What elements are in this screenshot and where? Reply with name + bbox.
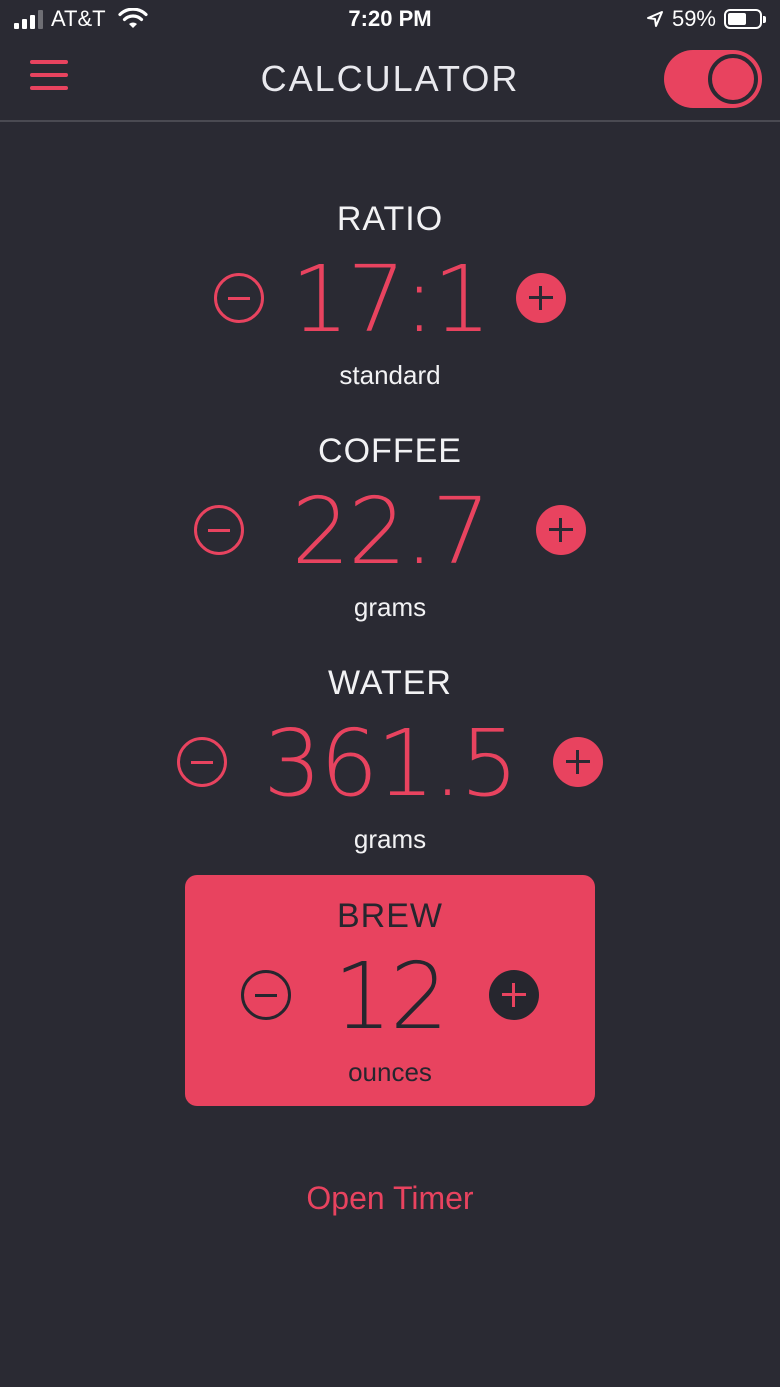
coffee-increment-button[interactable]	[536, 505, 586, 555]
coffee-section: COFFEE	[0, 432, 780, 471]
open-timer-link[interactable]: Open Timer	[0, 1180, 780, 1217]
water-section: WATER	[0, 664, 780, 703]
status-bar: AT&T 7:20 PM 59%	[0, 0, 780, 40]
water-unit-row: grams	[0, 824, 780, 855]
battery-icon	[724, 9, 766, 29]
ratio-unit: standard	[339, 360, 441, 390]
ratio-increment-button[interactable]	[516, 273, 566, 323]
coffee-label: COFFEE	[318, 432, 462, 470]
brew-unit-row: ounces	[185, 1057, 595, 1088]
brew-card: BREW 12 ounces	[185, 875, 595, 1106]
calculator-screen: AT&T 7:20 PM 59% CALCULATOR RATIO 17:1 s…	[0, 0, 780, 1387]
toggle-knob	[708, 54, 758, 104]
page-title: CALCULATOR	[260, 58, 520, 99]
app-header: CALCULATOR	[0, 40, 780, 122]
water-label: WATER	[328, 664, 452, 702]
ratio-section: RATIO	[0, 200, 780, 239]
brew-label-row: BREW	[185, 897, 595, 936]
water-increment-button[interactable]	[553, 737, 603, 787]
ratio-label: RATIO	[336, 200, 444, 238]
coffee-unit-row: grams	[0, 592, 780, 623]
battery-fill	[728, 13, 746, 25]
location-arrow-icon	[646, 11, 663, 27]
ratio-value: 17:1	[290, 246, 492, 353]
brew-label: BREW	[337, 897, 443, 935]
water-unit: grams	[353, 824, 427, 854]
coffee-value: 22.7	[291, 478, 491, 585]
coffee-unit: grams	[353, 592, 427, 622]
theme-toggle[interactable]	[664, 50, 762, 108]
brew-increment-button[interactable]	[489, 970, 539, 1020]
battery-percent: 59%	[671, 6, 716, 31]
brew-unit: ounces	[348, 1057, 432, 1087]
water-value: 361.5	[263, 710, 518, 817]
ratio-unit-row: standard	[0, 360, 780, 391]
status-right: 59%	[646, 6, 766, 32]
